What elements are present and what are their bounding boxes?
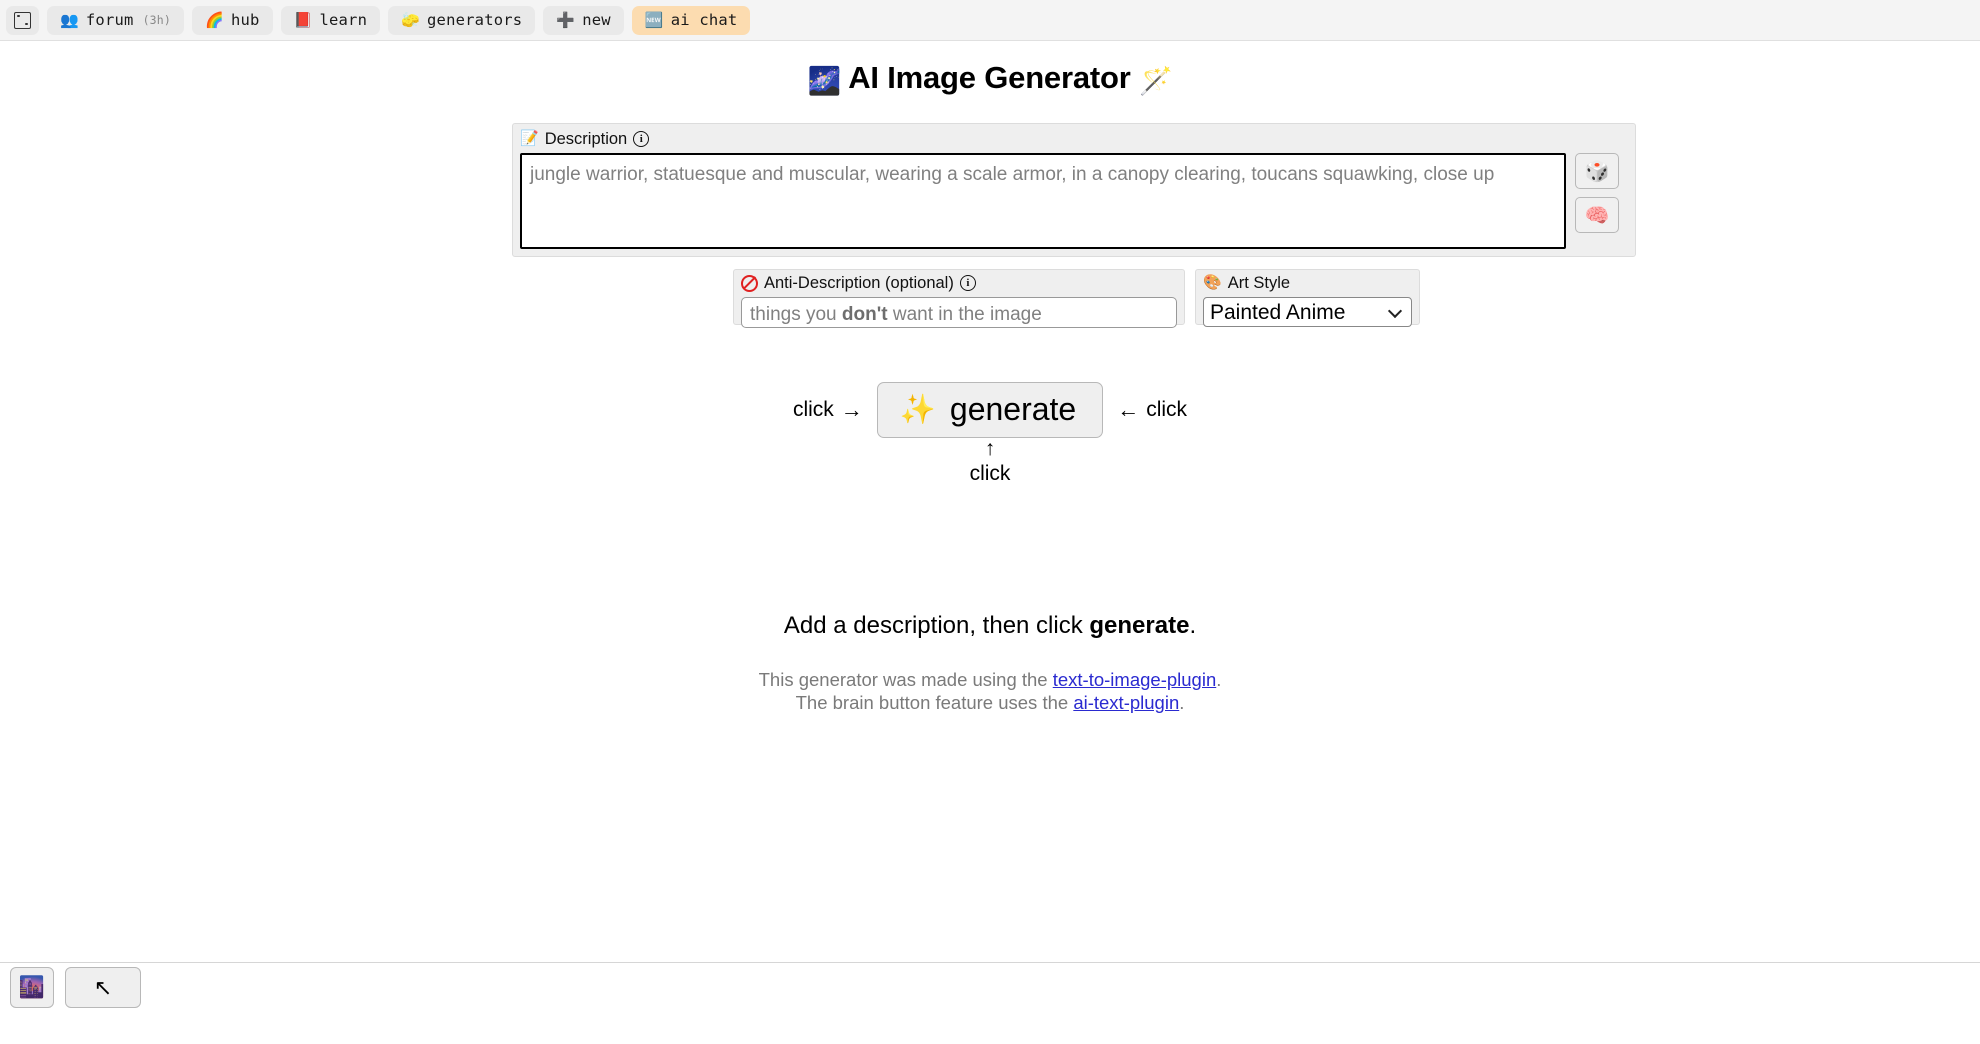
sponge-icon: 🧽 (401, 10, 421, 29)
tab-hub[interactable]: 🌈 hub (192, 5, 273, 35)
click-hint-below-label: click (969, 462, 1011, 485)
click-hint-left-label: click (792, 398, 834, 421)
click-hint-below: ↑ click (0, 438, 1980, 488)
credits-line-1: This generator was made using the text-t… (0, 668, 1980, 691)
tab-learn-label: learn (319, 11, 368, 29)
art-style-select[interactable]: Painted Anime (1203, 297, 1412, 327)
anti-description-info-icon[interactable]: i (959, 275, 976, 291)
description-row: 🎲 🧠 (520, 153, 1628, 249)
description-panel: 📝 Description i 🎲 🧠 (512, 123, 1636, 257)
description-label-text: Description (544, 130, 628, 148)
anti-description-label-text: Anti-Description (optional) (764, 274, 954, 292)
tab-home[interactable] (6, 5, 39, 35)
click-hint-right-label: click (1146, 398, 1188, 421)
credits-line-2-post: . (1179, 692, 1185, 713)
description-label: 📝 Description i (520, 129, 1628, 149)
credits-line-2: The brain button feature uses the ai-tex… (0, 691, 1980, 714)
anti-description-label: Anti-Description (optional) i (741, 273, 1177, 293)
status-post: . (1189, 612, 1197, 639)
dice-box-icon (14, 11, 31, 29)
ai-text-plugin-link[interactable]: ai-text-plugin (1073, 692, 1179, 713)
top-tab-bar: 👥 forum (3h) 🌈 hub 📕 learn 🧽 generators … (0, 0, 1980, 41)
new-badge-icon: 🆕 (644, 10, 664, 29)
arrow-up-icon: ↑ (984, 437, 996, 460)
arrow-right-icon: → (840, 397, 863, 422)
status-bold: generate (1089, 612, 1190, 639)
cursor-button[interactable]: ↖ (65, 967, 141, 1008)
tab-forum-label: forum (85, 11, 134, 29)
brain-button[interactable]: 🧠 (1575, 197, 1619, 233)
click-hint-left: click → (793, 398, 863, 422)
description-info-icon[interactable]: i (633, 131, 650, 147)
memo-icon: 📝 (520, 130, 539, 147)
milky-way-icon: 🌌 (807, 66, 842, 96)
credits-line-1-pre: This generator was made using the (758, 669, 1053, 690)
tab-new-label: new (582, 11, 611, 29)
bottom-button-group: 🌆 ↖ (10, 967, 141, 1008)
sparkles-icon: ✨ (899, 393, 936, 426)
busts-icon: 👥 (60, 10, 79, 29)
anti-placeholder-bold: don't (841, 304, 888, 325)
anti-placeholder-pre: things you (750, 304, 842, 325)
magic-wand-icon: 🪄 (1139, 66, 1173, 96)
generate-button[interactable]: ✨ generate (876, 382, 1104, 438)
anti-description-panel: Anti-Description (optional) i things you… (733, 269, 1185, 328)
palette-icon: 🎨 (1203, 274, 1222, 291)
tab-new[interactable]: ➕ new (543, 5, 624, 35)
description-input[interactable] (520, 153, 1566, 249)
rainbow-icon: 🌈 (205, 10, 224, 29)
description-side-buttons: 🎲 🧠 (1575, 153, 1619, 233)
generate-button-label: generate (949, 391, 1077, 427)
tab-generators[interactable]: 🧽 generators (388, 5, 536, 35)
credits-line-1-post: . (1216, 669, 1222, 690)
status-pre: Add a description, then click (783, 612, 1090, 639)
tab-ai-chat-label: ai chat (670, 11, 738, 29)
tab-forum-sub: (3h) (142, 13, 172, 27)
prohibited-icon (741, 274, 758, 292)
credits: This generator was made using the text-t… (0, 668, 1980, 714)
page-title: 🌌 AI Image Generator 🪄 (0, 60, 1980, 97)
bottom-bar: 🌆 ↖ (0, 962, 1980, 1044)
plus-icon: ➕ (556, 10, 576, 29)
books-icon: 📕 (293, 10, 313, 29)
text-to-image-plugin-link[interactable]: text-to-image-plugin (1053, 669, 1217, 690)
art-style-select-wrap: Painted Anime (1203, 297, 1412, 327)
anti-description-input[interactable]: things you don't want in the image (741, 297, 1177, 328)
tab-learn[interactable]: 📕 learn (280, 5, 381, 35)
tab-ai-chat[interactable]: 🆕 ai chat (631, 5, 751, 35)
generate-row: click → ✨ generate ← click (0, 382, 1980, 438)
arrow-left-icon: ← (1117, 397, 1140, 422)
status-message: Add a description, then click generate. (0, 612, 1980, 640)
night-mode-button[interactable]: 🌆 (10, 967, 54, 1008)
art-style-label-text: Art Style (1227, 274, 1291, 292)
page-title-text: AI Image Generator (848, 60, 1131, 95)
anti-placeholder-post: want in the image (887, 304, 1042, 325)
credits-line-2-pre: The brain button feature uses the (795, 692, 1074, 713)
tab-forum[interactable]: 👥 forum (3h) (47, 5, 185, 35)
click-hint-right: ← click (1117, 398, 1187, 422)
art-style-label: 🎨 Art Style (1203, 273, 1412, 293)
tab-generators-label: generators (427, 11, 523, 29)
randomize-button[interactable]: 🎲 (1575, 153, 1619, 189)
tab-hub-label: hub (230, 11, 260, 29)
art-style-panel: 🎨 Art Style Painted Anime (1195, 269, 1420, 327)
